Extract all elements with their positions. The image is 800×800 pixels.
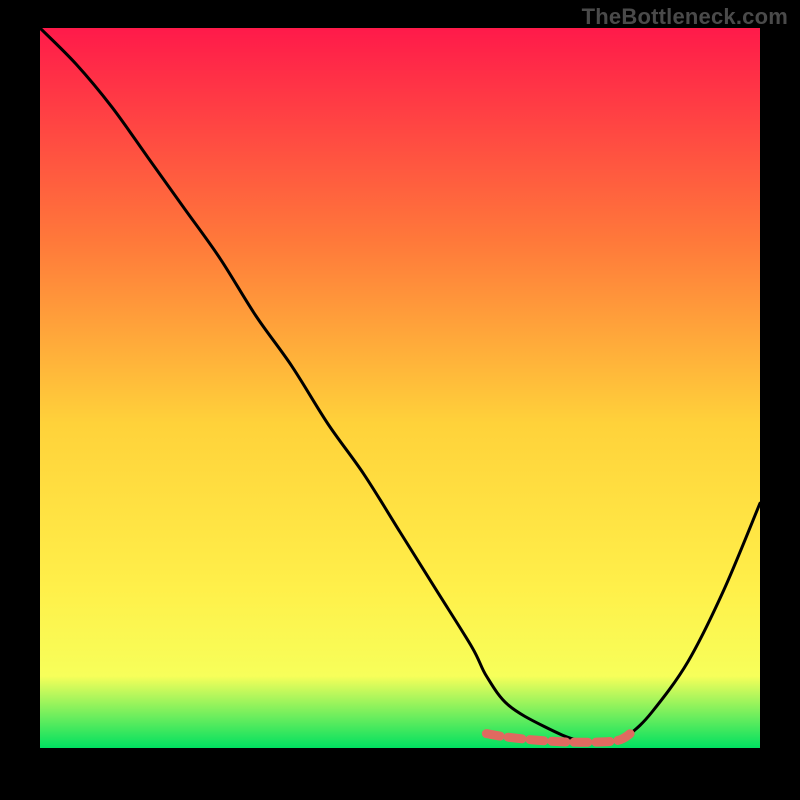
- chart-svg: [40, 28, 760, 748]
- gradient-background: [40, 28, 760, 748]
- bottleneck-chart: [40, 28, 760, 748]
- watermark-text: TheBottleneck.com: [582, 4, 788, 30]
